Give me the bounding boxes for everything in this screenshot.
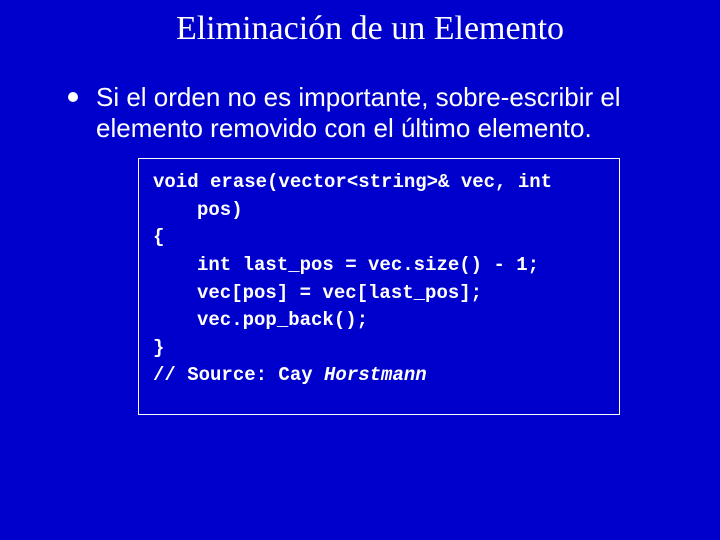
code-line: // Source: Cay	[153, 364, 324, 386]
code-line: int last_pos = vec.size() - 1;	[153, 252, 607, 280]
code-line: vec[pos] = vec[last_pos];	[153, 280, 607, 308]
code-line: }	[153, 337, 164, 359]
slide-title: Eliminación de un Elemento	[0, 0, 720, 48]
code-line: void erase(vector<string>& vec, int	[153, 171, 552, 193]
code-line: vec.pop_back();	[153, 307, 607, 335]
code-line: pos)	[153, 197, 607, 225]
bullet-item: Si el orden no es importante, sobre-escr…	[68, 82, 660, 144]
slide-content: Si el orden no es importante, sobre-escr…	[0, 48, 720, 415]
bullet-icon	[68, 92, 78, 102]
bullet-text: Si el orden no es importante, sobre-escr…	[96, 82, 660, 144]
code-author: Horstmann	[324, 364, 427, 386]
code-line: {	[153, 226, 164, 248]
code-block: void erase(vector<string>& vec, int pos)…	[138, 158, 620, 414]
